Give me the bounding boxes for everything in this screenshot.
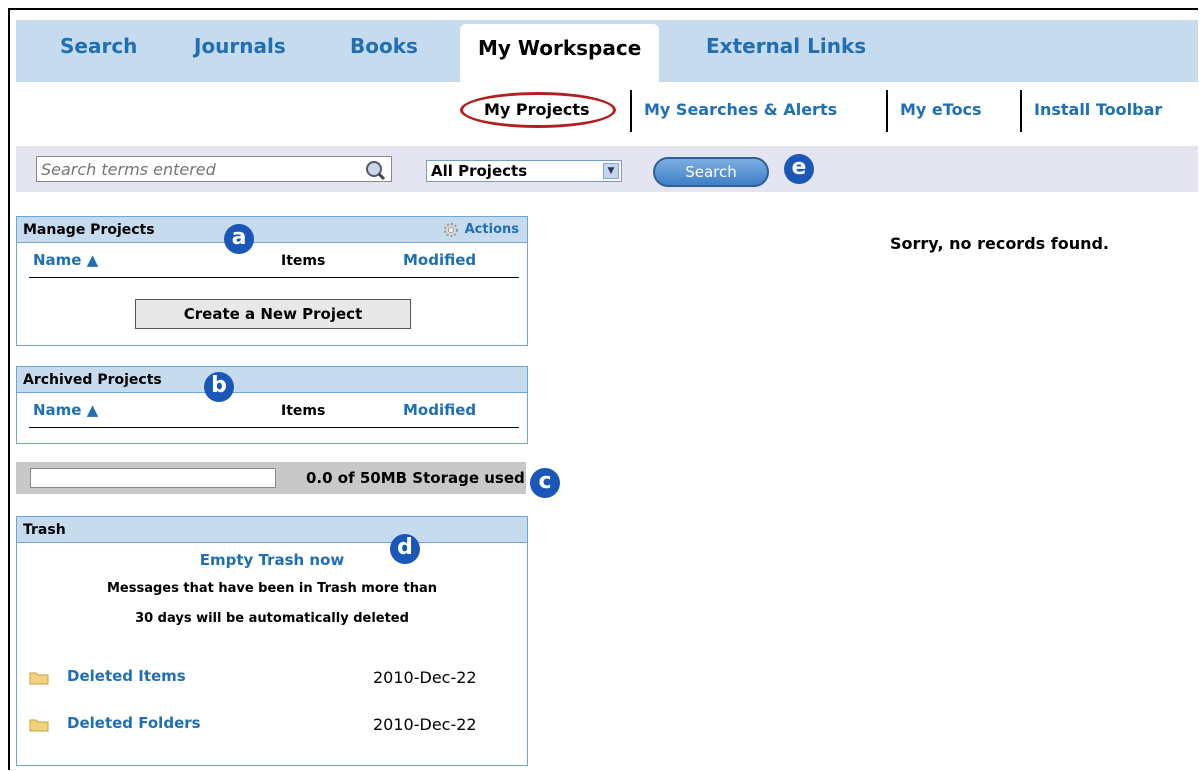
sort-by-name[interactable]: Name ▲ [33, 251, 98, 269]
search-input[interactable] [36, 156, 392, 182]
magnifier-icon[interactable] [365, 160, 385, 180]
callout-badge-d: d [390, 534, 420, 564]
items-column-header: Items [281, 403, 326, 419]
callout-badge-c: c [530, 468, 560, 498]
subnav-my-searches-alerts[interactable]: My Searches & Alerts [644, 100, 837, 119]
divider [29, 277, 519, 278]
tab-journals[interactable]: Journals [194, 34, 286, 58]
storage-label: 0.0 of 50MB Storage used [306, 469, 525, 487]
archived-projects-title: Archived Projects [23, 372, 162, 388]
sort-by-name[interactable]: Name ▲ [33, 401, 98, 419]
empty-trash-link[interactable]: Empty Trash now [17, 551, 527, 569]
archived-projects-header: Archived Projects [17, 367, 527, 393]
deleted-items-link[interactable]: Deleted Items [67, 667, 186, 685]
search-button[interactable]: Search [653, 157, 769, 187]
folder-icon [29, 719, 49, 732]
project-scope-value: All Projects [431, 162, 528, 180]
tab-my-workspace[interactable]: My Workspace [460, 24, 660, 84]
workspace-window: Search Journals Books My Workspace Exter… [8, 8, 1198, 770]
storage-progress-bar [30, 468, 276, 488]
subnav-my-projects[interactable]: My Projects [484, 100, 590, 119]
tab-books[interactable]: Books [350, 34, 418, 58]
callout-badge-e: e [784, 154, 814, 184]
create-project-button[interactable]: Create a New Project [135, 299, 411, 329]
chevron-down-icon[interactable]: ▼ [603, 163, 619, 179]
sort-by-modified[interactable]: Modified [403, 401, 476, 419]
main-tab-bar: Search Journals Books My Workspace Exter… [16, 20, 1198, 84]
project-scope-select[interactable]: All Projects ▼ [426, 160, 622, 182]
trash-retention-note-line1: Messages that have been in Trash more th… [106, 581, 438, 596]
items-column-header: Items [281, 253, 326, 269]
deleted-folders-date: 2010-Dec-22 [373, 715, 477, 734]
manage-projects-panel: Manage Projects Actions Name ▲ Items Mod… [16, 216, 528, 346]
tab-external-links[interactable]: External Links [706, 34, 866, 58]
storage-meter: 0.0 of 50MB Storage used [16, 462, 526, 494]
subnav-divider [1020, 90, 1022, 132]
trash-header: Trash [17, 517, 527, 543]
divider [29, 427, 519, 428]
callout-badge-b: b [204, 372, 234, 402]
callout-badge-a: a [224, 224, 254, 254]
actions-label: Actions [464, 222, 519, 237]
subnav-divider [630, 90, 632, 132]
trash-title: Trash [23, 522, 66, 538]
deleted-items-date: 2010-Dec-22 [373, 668, 477, 687]
subnav-my-etocs[interactable]: My eTocs [900, 100, 982, 119]
subnav-divider [886, 90, 888, 132]
actions-menu[interactable]: Actions [442, 217, 519, 243]
no-results-message: Sorry, no records found. [890, 234, 1110, 253]
trash-retention-note-line2: 30 days will be automatically deleted [135, 611, 409, 626]
manage-projects-title: Manage Projects [23, 222, 155, 238]
deleted-folders-link[interactable]: Deleted Folders [67, 714, 201, 732]
subnav-install-toolbar[interactable]: Install Toolbar [1034, 100, 1162, 119]
gear-icon [444, 222, 459, 237]
folder-icon [29, 672, 49, 685]
trash-panel: Trash Empty Trash now Messages that have… [16, 516, 528, 766]
sort-by-modified[interactable]: Modified [403, 251, 476, 269]
archived-projects-panel: Archived Projects Name ▲ Items Modified [16, 366, 528, 444]
manage-projects-header: Manage Projects Actions [17, 217, 527, 243]
tab-search[interactable]: Search [60, 34, 137, 58]
